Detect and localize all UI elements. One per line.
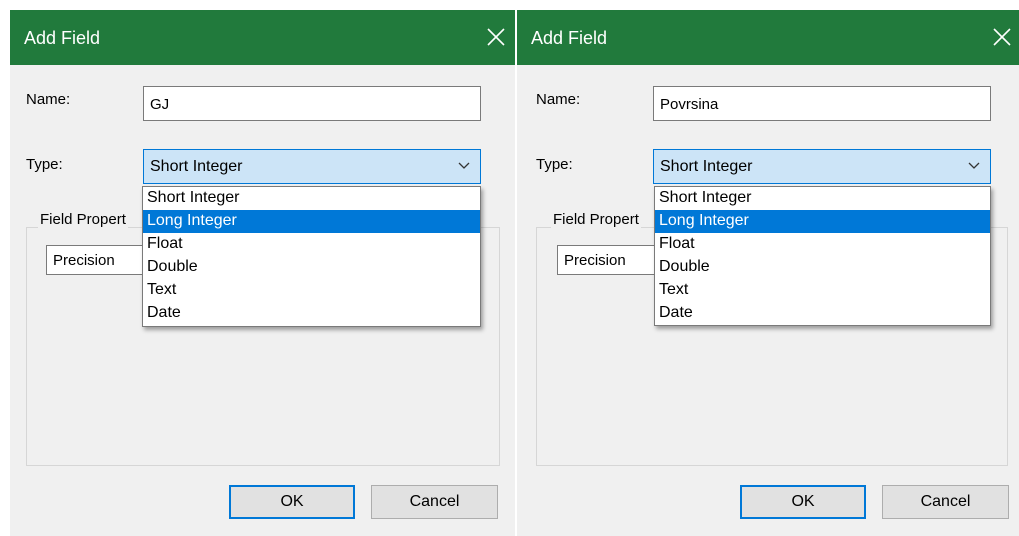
- type-option-date[interactable]: Date: [655, 302, 990, 325]
- add-field-dialog-left: Add Field Name: GJ Type: Short Integer F…: [10, 10, 515, 536]
- ok-button[interactable]: OK: [229, 485, 355, 519]
- type-option-long-integer[interactable]: Long Integer: [655, 210, 990, 233]
- type-option-double[interactable]: Double: [143, 256, 480, 279]
- field-properties-label: Field Propert: [38, 211, 128, 228]
- type-selected-value: Short Integer: [660, 158, 753, 175]
- type-option-date[interactable]: Date: [143, 302, 480, 325]
- type-option-short-integer[interactable]: Short Integer: [143, 187, 480, 210]
- title-bar: Add Field: [517, 10, 1019, 65]
- chevron-down-icon: [968, 162, 980, 169]
- cancel-button[interactable]: Cancel: [371, 485, 498, 519]
- name-input[interactable]: Povrsina: [653, 86, 991, 121]
- field-properties-label: Field Propert: [551, 211, 641, 228]
- cancel-button[interactable]: Cancel: [882, 485, 1009, 519]
- type-option-float[interactable]: Float: [143, 233, 480, 256]
- close-button[interactable]: [989, 24, 1015, 50]
- name-label: Name:: [26, 91, 71, 108]
- screenshot: Add Field Name: GJ Type: Short Integer F…: [0, 0, 1019, 536]
- dialog-title: Add Field: [531, 28, 608, 48]
- name-input[interactable]: GJ: [143, 86, 481, 121]
- add-field-dialog-right: Add Field Name: Povrsina Type: Short Int…: [517, 10, 1019, 536]
- title-bar: Add Field: [10, 10, 515, 65]
- chevron-down-icon: [458, 162, 470, 169]
- type-label: Type:: [536, 156, 573, 173]
- type-option-float[interactable]: Float: [655, 233, 990, 256]
- type-dropdown-list: Short Integer Long Integer Float Double …: [654, 186, 991, 326]
- type-combobox[interactable]: Short Integer: [653, 149, 991, 184]
- type-dropdown-list: Short Integer Long Integer Float Double …: [142, 186, 481, 327]
- name-label: Name:: [536, 91, 581, 108]
- precision-cell[interactable]: Precision: [46, 245, 146, 275]
- close-icon: [487, 28, 505, 46]
- type-option-text[interactable]: Text: [143, 279, 480, 302]
- ok-button[interactable]: OK: [740, 485, 866, 519]
- precision-cell[interactable]: Precision: [557, 245, 657, 275]
- type-combobox[interactable]: Short Integer: [143, 149, 481, 184]
- type-option-long-integer[interactable]: Long Integer: [143, 210, 480, 233]
- type-label: Type:: [26, 156, 63, 173]
- type-selected-value: Short Integer: [150, 158, 243, 175]
- close-icon: [993, 28, 1011, 46]
- type-option-double[interactable]: Double: [655, 256, 990, 279]
- type-option-short-integer[interactable]: Short Integer: [655, 187, 990, 210]
- close-button[interactable]: [483, 24, 509, 50]
- type-option-text[interactable]: Text: [655, 279, 990, 302]
- dialog-title: Add Field: [24, 28, 101, 48]
